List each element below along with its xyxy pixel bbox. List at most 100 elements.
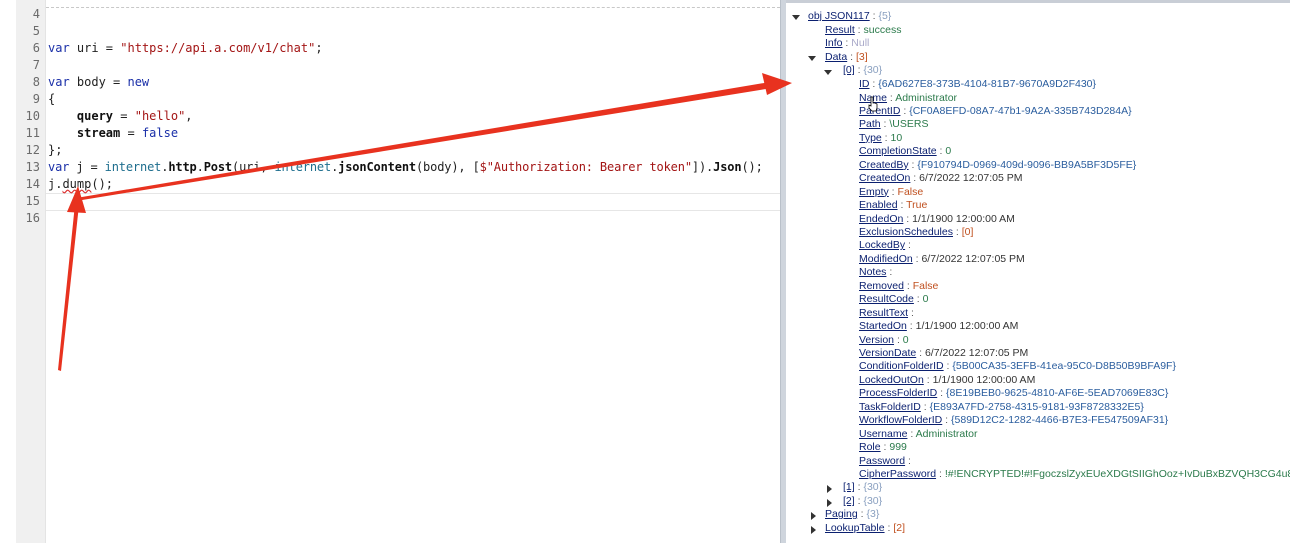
node-value: success — [863, 24, 902, 36]
string-literal: "hello" — [134, 109, 186, 123]
tree-field-row[interactable]: Empty : False — [859, 186, 923, 199]
tree-field-row[interactable]: Path : \USERS — [859, 118, 928, 131]
code-line-10[interactable]: query = "hello", — [48, 108, 193, 125]
code-line-12[interactable]: }; — [48, 142, 62, 159]
collapsed-caret-icon[interactable] — [825, 483, 833, 493]
tree-field-row[interactable]: Username : Administrator — [859, 428, 977, 441]
tree-node-paging[interactable]: Paging : {3} — [825, 508, 879, 521]
line-number: 13 — [25, 160, 40, 174]
code-line-13[interactable]: var j = internet.http.Post(uri, internet… — [48, 159, 763, 176]
code-text: ; — [315, 41, 323, 55]
tree-field-row[interactable]: ResultText : — [859, 307, 914, 320]
separator: : — [907, 427, 916, 440]
node-count: {30} — [863, 495, 883, 507]
field-value: \USERS — [889, 118, 929, 131]
tree-field-row[interactable]: ResultCode : 0 — [859, 293, 928, 306]
field-value: {589D12C2-1282-4466-B7E3-FE547509AF31} — [951, 414, 1169, 427]
tree-field-row[interactable]: ID : {6AD627E8-373B-4104-81B7-9670A9D2F4… — [859, 78, 1096, 91]
tree-node-data[interactable]: Data : [3] — [825, 51, 868, 64]
tree-field-row[interactable]: CompletionState : 0 — [859, 145, 951, 158]
field-value: Administrator — [895, 91, 958, 104]
object-name: internet — [274, 160, 332, 174]
field-key: Empty — [859, 185, 889, 198]
separator: : — [916, 347, 925, 359]
tree-field-row[interactable]: WorkflowFolderID : {589D12C2-1282-4466-B… — [859, 414, 1168, 427]
code-line-8[interactable]: var body = new — [48, 74, 149, 91]
tree-field-row[interactable]: EndedOn : 1/1/1900 12:00:00 AM — [859, 213, 1015, 226]
field-key: VersionDate — [859, 347, 917, 359]
separator: : — [906, 320, 916, 333]
tree-node-info[interactable]: Info : Null — [825, 37, 869, 50]
code-line-11[interactable]: stream = false — [48, 125, 178, 142]
collapsed-caret-icon[interactable] — [809, 524, 817, 534]
line-number: 12 — [25, 143, 40, 157]
tree-node-root[interactable]: obj JSON117 : {5} — [808, 10, 891, 23]
editor-top-dashed-line — [46, 7, 780, 8]
separator: : — [886, 266, 893, 279]
tree-field-row[interactable]: LockedOutOn : 1/1/1900 12:00:00 AM — [859, 374, 1035, 387]
tree-field-row[interactable]: CreatedBy : {F910794D-0969-409d-9096-BB9… — [859, 159, 1136, 172]
separator: : — [903, 279, 913, 292]
field-key: Enabled — [859, 199, 898, 212]
tree-field-row[interactable]: Type : 10 — [859, 132, 902, 145]
json-dump-tree[interactable]: obj JSON117 : {5} Result : success Info … — [786, 0, 1290, 543]
tree-node-item-1[interactable]: [1] : {30} — [843, 481, 882, 494]
tree-field-row[interactable]: ParentID : {CF0A8EFD-08A7-47b1-9A2A-335B… — [859, 105, 1132, 118]
separator: : — [908, 306, 914, 319]
tree-node-lookup-table[interactable]: LookupTable : [2] — [825, 522, 905, 535]
code-text: }; — [48, 143, 63, 157]
field-key: CreatedBy — [859, 158, 909, 171]
member-name: Json — [713, 160, 742, 174]
collapsed-caret-icon[interactable] — [825, 497, 833, 507]
expand-caret-icon[interactable] — [808, 53, 816, 61]
field-key: Role — [859, 441, 881, 454]
tree-field-row[interactable]: VersionDate : 6/7/2022 12:07:05 PM — [859, 347, 1028, 360]
code-line-14[interactable]: j.dump(); — [48, 176, 113, 193]
expand-caret-icon[interactable] — [792, 12, 800, 20]
node-key: [2] — [843, 495, 855, 507]
tree-field-row[interactable]: TaskFolderID : {E893A7FD-2758-4315-9181-… — [859, 401, 1144, 414]
tree-field-row[interactable]: Notes : — [859, 266, 892, 279]
separator: : — [920, 400, 930, 413]
tree-field-row[interactable]: CreatedOn : 6/7/2022 12:07:05 PM — [859, 172, 1022, 185]
property-name: query — [48, 109, 114, 123]
field-key: WorkflowFolderID — [859, 414, 943, 427]
separator: : — [881, 131, 891, 144]
tree-field-row[interactable]: CipherPassword : !#!ENCRYPTED!#!FgoczslZ… — [859, 468, 1290, 481]
string-literal: $"Authorization: Bearer token" — [479, 160, 692, 174]
collapsed-caret-icon[interactable] — [809, 510, 817, 520]
node-value: Null — [851, 37, 870, 49]
tree-field-row[interactable]: Password : — [859, 455, 911, 468]
code-text: uri = — [76, 41, 121, 55]
code-text: = — [113, 109, 135, 123]
tree-field-row[interactable]: ConditionFolderID : {5B00CA35-3EFB-41ea-… — [859, 360, 1176, 373]
expand-caret-icon[interactable] — [824, 67, 832, 75]
tree-field-row[interactable]: LockedBy : — [859, 239, 911, 252]
tree-node-result[interactable]: Result : success — [825, 24, 901, 37]
tree-field-row[interactable]: Removed : False — [859, 280, 938, 293]
tree-field-row[interactable]: ProcessFolderID : {8E19BEB0-9625-4810-AF… — [859, 387, 1168, 400]
separator: : — [888, 185, 898, 198]
tree-node-item-0[interactable]: [0] : {30} — [843, 64, 882, 77]
tree-node-item-2[interactable]: [2] : {30} — [843, 495, 882, 508]
code-line-6[interactable]: var uri = "https://api.a.com/v1/chat"; — [48, 40, 323, 57]
field-value: 0 — [922, 293, 929, 306]
field-value: True — [906, 199, 928, 212]
tree-field-row[interactable]: ExclusionSchedules : [0] — [859, 226, 973, 239]
node-count: {30} — [863, 64, 883, 76]
tree-field-row[interactable]: ModifiedOn : 6/7/2022 12:07:05 PM — [859, 253, 1025, 266]
field-key: ExclusionSchedules — [859, 225, 953, 238]
field-value: !#!ENCRYPTED!#!FgoczslZyxEUeXDGtSIIGhOoz… — [944, 468, 1290, 480]
tree-field-row[interactable]: Version : 0 — [859, 334, 909, 347]
field-value: 1/1/1900 12:00:00 AM — [932, 373, 1036, 386]
tree-field-row[interactable]: Enabled : True — [859, 199, 927, 212]
line-number: 11 — [25, 126, 40, 140]
line-number: 7 — [32, 58, 40, 72]
tree-field-row[interactable]: StartedOn : 1/1/1900 12:00:00 AM — [859, 320, 1018, 333]
separator: : — [903, 212, 913, 225]
code-text: ]). — [691, 160, 714, 174]
tree-field-row[interactable]: Role : 999 — [859, 441, 907, 454]
code-line-9[interactable]: { — [48, 91, 55, 108]
code-editor[interactable]: 4 5 6 7 8 9 10 11 12 13 14 15 16 var uri… — [0, 0, 782, 543]
field-key: LockedBy — [859, 239, 906, 252]
